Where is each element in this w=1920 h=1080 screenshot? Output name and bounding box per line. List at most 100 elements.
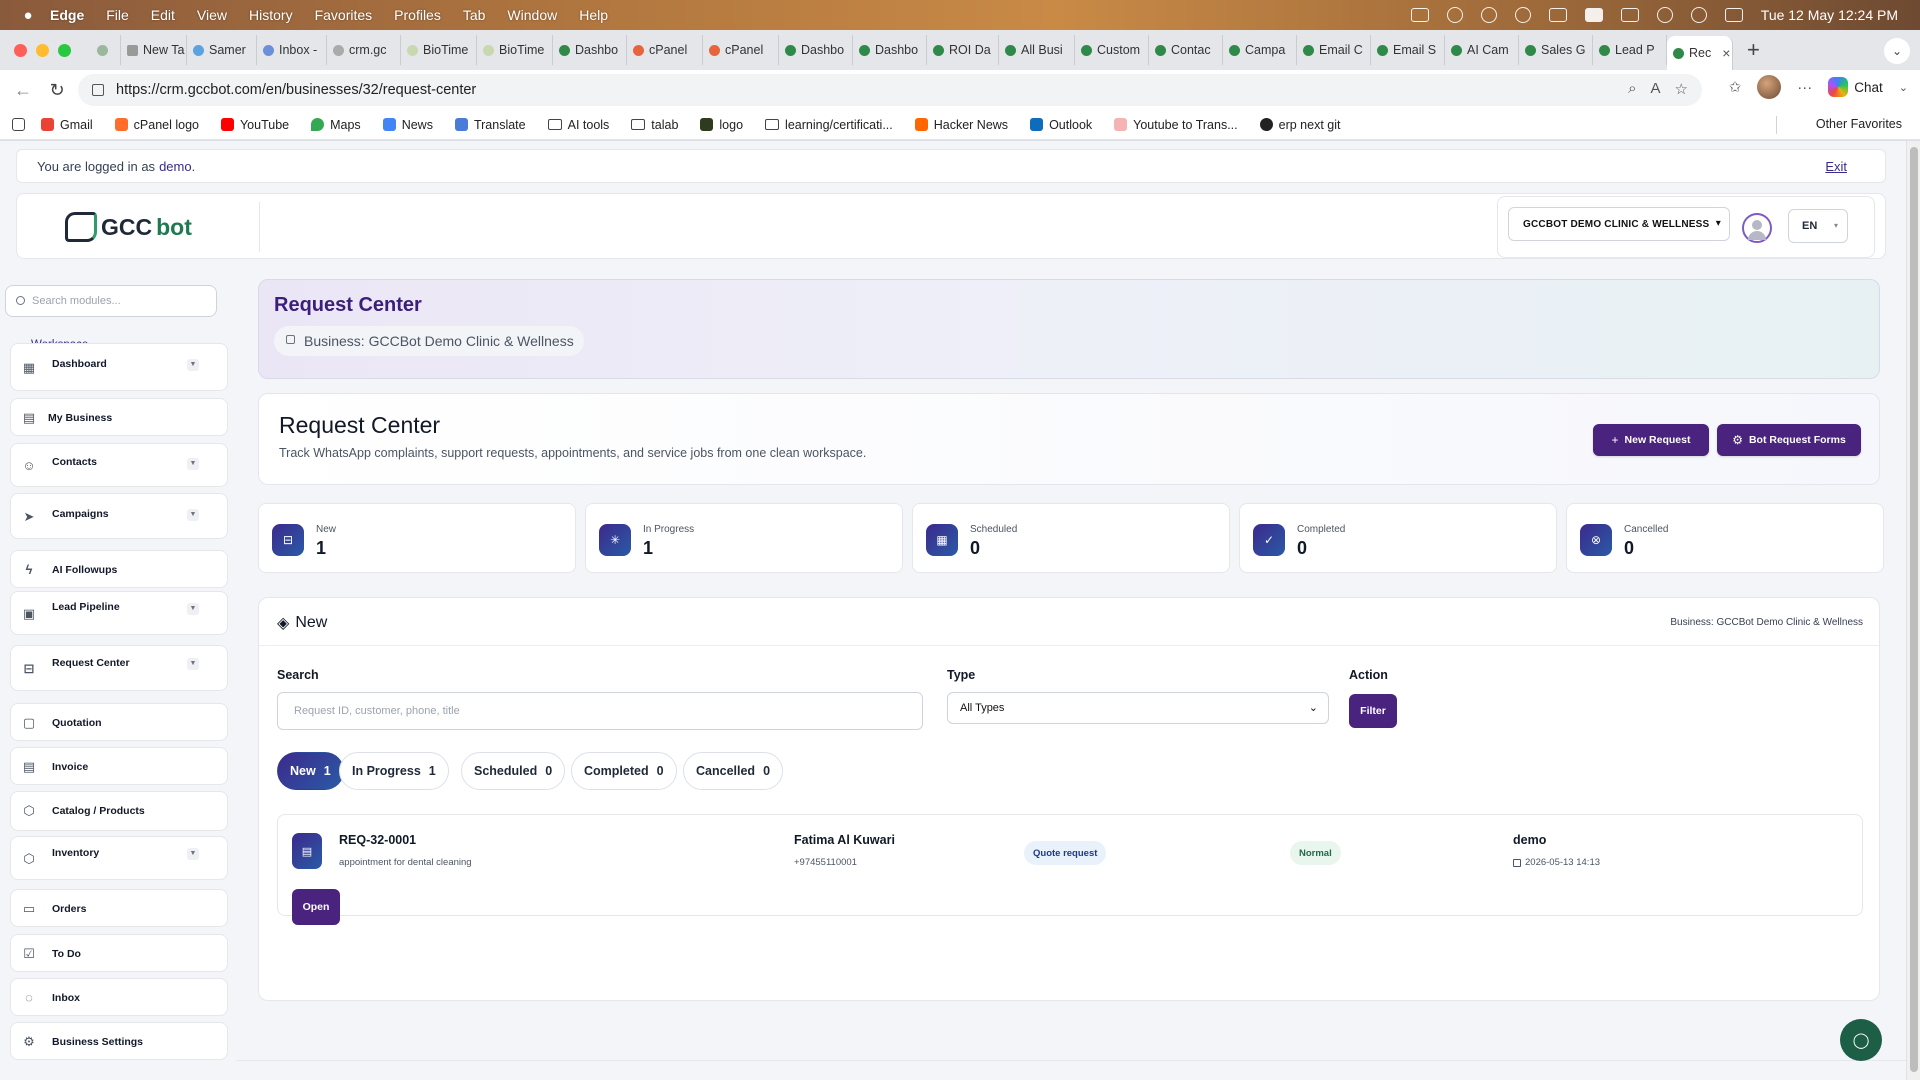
- request-row[interactable]: ▤ REQ-32-0001 appointment for dental cle…: [277, 814, 1863, 925]
- bookmark-gmail[interactable]: Gmail: [41, 118, 93, 132]
- sidebar-item-to-do[interactable]: ☑ To Do: [10, 934, 228, 972]
- bookmark-learning[interactable]: learning/certificati...: [765, 118, 893, 132]
- sidebar-item-orders[interactable]: ▭ Orders: [10, 889, 228, 927]
- browser-tab[interactable]: cPanel: [703, 35, 779, 65]
- browser-tab[interactable]: Lead P: [1593, 35, 1667, 65]
- reading-list-icon[interactable]: [12, 118, 25, 131]
- stat-card-new[interactable]: ⊟ New 1: [258, 503, 576, 573]
- sidebar-item-contacts[interactable]: ☺ Contacts ▼: [10, 443, 228, 487]
- status-app-icon[interactable]: [1446, 7, 1463, 23]
- status-pill-new[interactable]: New 1: [277, 752, 344, 790]
- bookmark-news[interactable]: News: [382, 118, 433, 132]
- more-menu-icon[interactable]: ···: [1797, 79, 1812, 96]
- screen-share-icon[interactable]: [1410, 8, 1429, 22]
- browser-tab[interactable]: Sales G: [1519, 35, 1593, 65]
- page-scrollbar[interactable]: [1906, 141, 1920, 1080]
- sidebar-item-invoice[interactable]: ▤ Invoice: [10, 747, 228, 785]
- sidebar-item-my-business[interactable]: ▤ My Business: [10, 398, 228, 436]
- browser-tab[interactable]: Email C: [1297, 35, 1371, 65]
- chevron-down-icon[interactable]: ▼: [187, 359, 199, 371]
- business-select[interactable]: GCCBOT DEMO CLINIC & WELLNESS ▾: [1508, 207, 1730, 241]
- sidebar-item-business-settings[interactable]: ⚙ Business Settings: [10, 1022, 228, 1060]
- favorites-icon[interactable]: ✩: [1729, 78, 1742, 96]
- menu-file[interactable]: File: [106, 7, 129, 23]
- minimize-window-button[interactable]: [36, 43, 49, 57]
- request-search-input[interactable]: Request ID, customer, phone, title: [277, 692, 923, 730]
- new-request-button[interactable]: + New Request: [1593, 424, 1709, 456]
- browser-tab[interactable]: All Busi: [999, 35, 1075, 65]
- bookmark-youtube-to-trans[interactable]: Youtube to Trans...: [1114, 118, 1238, 132]
- browser-tab[interactable]: Campa: [1223, 35, 1297, 65]
- bookmark-hacker-news[interactable]: Hacker News: [914, 118, 1008, 132]
- sidebar-item-quotation[interactable]: ▢ Quotation: [10, 703, 228, 741]
- sidebar-item-inventory[interactable]: ⬡ Inventory ▼: [10, 836, 228, 880]
- menu-app[interactable]: Edge: [50, 7, 84, 23]
- stat-card-completed[interactable]: ✓ Completed 0: [1239, 503, 1557, 573]
- sidebar-item-lead-pipeline[interactable]: ▣ Lead Pipeline ▼: [10, 591, 228, 635]
- status-pill-scheduled[interactable]: Scheduled 0: [461, 752, 566, 790]
- tab-actions-chevron-icon[interactable]: ⌄: [1884, 38, 1910, 64]
- stat-card-cancelled[interactable]: ⊗ Cancelled 0: [1566, 503, 1884, 573]
- exit-link[interactable]: Exit: [1825, 159, 1847, 174]
- browser-tab[interactable]: Dashbo: [779, 35, 853, 65]
- sidebar-item-catalog-products[interactable]: ⬡ Catalog / Products: [10, 791, 228, 831]
- browser-tab[interactable]: New Ta: [121, 35, 187, 65]
- browser-tab[interactable]: Samer: [187, 35, 257, 65]
- status-pill-in-progress[interactable]: In Progress 1: [339, 752, 449, 790]
- site-info-icon[interactable]: [92, 84, 104, 96]
- status-pill-cancelled[interactable]: Cancelled 0: [683, 752, 784, 790]
- menu-history[interactable]: History: [249, 7, 293, 23]
- favorite-star-icon[interactable]: ☆: [1675, 80, 1688, 98]
- bot-request-forms-button[interactable]: ⚙ Bot Request Forms: [1717, 424, 1861, 456]
- stat-card-scheduled[interactable]: ▦ Scheduled 0: [912, 503, 1230, 573]
- menu-tab[interactable]: Tab: [463, 7, 486, 23]
- input-source-icon[interactable]: [1584, 8, 1603, 22]
- wifi-icon[interactable]: [1656, 7, 1673, 23]
- spotlight-search-icon[interactable]: [1690, 7, 1707, 23]
- menu-profiles[interactable]: Profiles: [394, 7, 441, 23]
- browser-tab[interactable]: Contac: [1149, 35, 1223, 65]
- read-aloud-icon[interactable]: A: [1651, 80, 1661, 98]
- browser-tab[interactable]: Custom: [1075, 35, 1149, 65]
- browser-tab[interactable]: Dashbo: [553, 35, 627, 65]
- stat-card-in-progress[interactable]: ✳ In Progress 1: [585, 503, 903, 573]
- browser-tab-active[interactable]: Rec ×: [1667, 36, 1733, 70]
- language-select[interactable]: EN ▾: [1788, 209, 1848, 243]
- filter-button[interactable]: Filter: [1349, 694, 1397, 728]
- browser-tab[interactable]: Email S: [1371, 35, 1445, 65]
- battery-icon[interactable]: [1620, 8, 1639, 22]
- sidebar-item-dashboard[interactable]: ▦ Dashboard ▼: [10, 343, 228, 391]
- address-bar[interactable]: https://crm.gccbot.com/en/businesses/32/…: [78, 74, 1702, 106]
- chevron-down-icon[interactable]: ▼: [187, 603, 199, 615]
- open-request-button[interactable]: Open: [292, 889, 340, 925]
- back-button[interactable]: ←: [12, 80, 34, 101]
- status-pill-completed[interactable]: Completed 0: [571, 752, 677, 790]
- browser-tab[interactable]: Inbox -: [257, 35, 327, 65]
- module-search-input[interactable]: Search modules...: [5, 285, 217, 317]
- bookmark-youtube[interactable]: YouTube: [220, 118, 289, 132]
- browser-tab[interactable]: BioTime: [401, 35, 477, 65]
- browser-tab[interactable]: ROI Da: [927, 35, 999, 65]
- cloud-icon[interactable]: [1514, 7, 1531, 23]
- chat-chevron-down-icon[interactable]: ⌄: [1899, 81, 1908, 94]
- chevron-down-icon[interactable]: ▼: [187, 848, 199, 860]
- user-avatar[interactable]: [1742, 213, 1772, 243]
- keyboard-icon[interactable]: [1548, 8, 1567, 22]
- menu-window[interactable]: Window: [507, 7, 557, 23]
- sidebar-item-campaigns[interactable]: ➤ Campaigns ▼: [10, 493, 228, 539]
- chevron-down-icon[interactable]: ▼: [187, 658, 199, 670]
- login-user-link[interactable]: demo: [159, 159, 192, 174]
- scrollbar-thumb[interactable]: [1910, 147, 1918, 1072]
- chevron-down-icon[interactable]: ▼: [187, 509, 199, 521]
- workspaces-tab[interactable]: [91, 35, 121, 65]
- close-window-button[interactable]: [14, 43, 27, 57]
- reload-button[interactable]: ↻: [46, 80, 68, 101]
- close-tab-icon[interactable]: ×: [1722, 45, 1730, 61]
- control-center-icon[interactable]: [1724, 8, 1743, 22]
- other-favorites[interactable]: Other Favorites: [1810, 117, 1902, 131]
- copilot-chat-button[interactable]: Chat: [1828, 77, 1883, 97]
- type-select[interactable]: All Types ⌄: [947, 692, 1329, 724]
- menu-edit[interactable]: Edit: [151, 7, 175, 23]
- menu-favorites[interactable]: Favorites: [315, 7, 373, 23]
- browser-tab[interactable]: crm.gc: [327, 35, 401, 65]
